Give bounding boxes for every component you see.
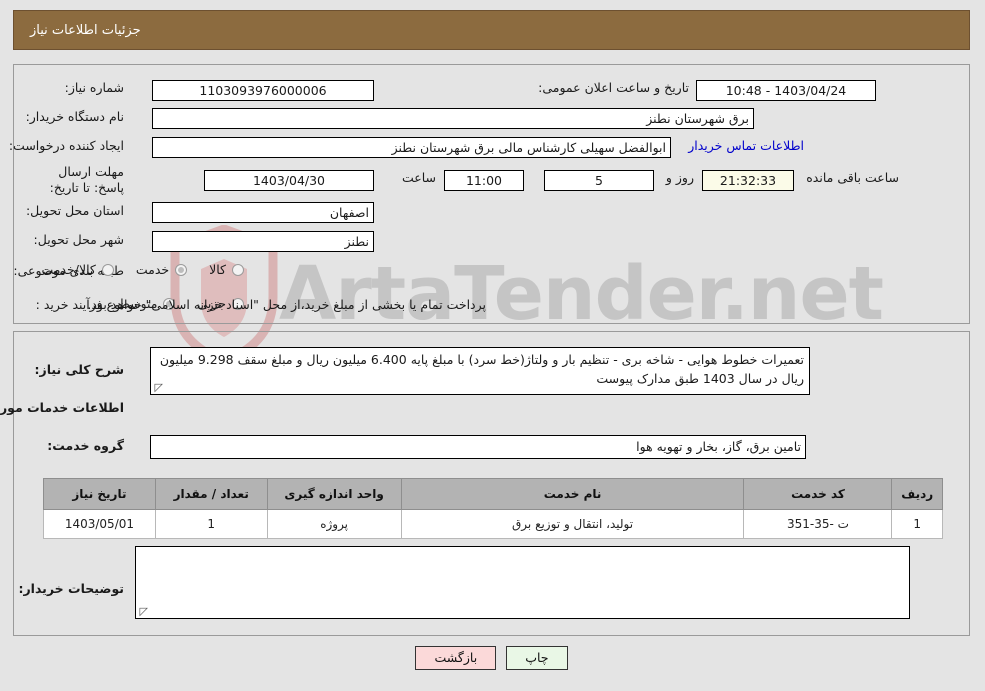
- need-number-field-row: 1103093976000006: [153, 80, 375, 101]
- cell-quantity: 1: [155, 509, 269, 539]
- description-textarea[interactable]: تعمیرات خطوط هوایی - شاخه بری - تنظیم با…: [151, 347, 811, 395]
- remaining-days-value[interactable]: 5: [545, 170, 655, 191]
- category-option-kala[interactable]: کالا: [210, 262, 245, 277]
- radio-icon[interactable]: [233, 263, 245, 276]
- days-label: روز و: [666, 170, 695, 185]
- remaining-days-field: 5: [545, 170, 655, 191]
- resize-grip-icon[interactable]: ◸: [139, 606, 149, 617]
- contact-link-row: اطلاعات تماس خریدار: [689, 138, 805, 153]
- page-title: جزئیات اطلاعات نیاز: [31, 22, 142, 38]
- hour-label: ساعت: [402, 170, 437, 185]
- deadline-date-field: 1403/04/30: [205, 170, 375, 191]
- table-header-quantity: تعداد / مقدار: [155, 478, 269, 510]
- cell-unit: پروژه: [267, 509, 403, 539]
- public-announce-field-row: 1403/04/24 - 10:48: [697, 80, 877, 101]
- city-label: شهر محل تحویل:: [34, 232, 125, 247]
- category-option-khedmat[interactable]: خدمت: [136, 262, 189, 277]
- province-label-row: استان محل تحویل:: [27, 203, 125, 218]
- buyer-contact-link[interactable]: اطلاعات تماس خریدار: [689, 138, 805, 153]
- service-group-label: گروه خدمت:: [48, 438, 125, 453]
- deadline-hour-value[interactable]: 11:00: [445, 170, 525, 191]
- public-announce-label-row: تاریخ و ساعت اعلان عمومی:: [539, 80, 690, 95]
- creator-label: ایجاد کننده درخواست:: [9, 138, 125, 153]
- category-option-kala-khedmat[interactable]: کالا/خدمت: [42, 262, 115, 277]
- table-header-service-code: کد خدمت: [744, 478, 894, 510]
- countdown-label: ساعت باقی مانده: [807, 170, 900, 185]
- buyer-org-label-row: نام دستگاه خریدار:: [27, 109, 125, 124]
- buyer-org-label: نام دستگاه خریدار:: [26, 109, 125, 124]
- cell-service-name: تولید، انتقال و توزیع برق: [401, 509, 746, 539]
- resize-grip-icon[interactable]: ◸: [154, 382, 164, 393]
- table-header-radif: ردیف: [892, 478, 944, 510]
- province-value[interactable]: اصفهان: [153, 202, 375, 223]
- deadline-date-value[interactable]: 1403/04/30: [205, 170, 375, 191]
- city-field-row: نطنز: [153, 231, 375, 252]
- deadline-label-row: مهلت ارسال پاسخ: تا تاریخ:: [45, 164, 125, 196]
- public-announce-label: تاریخ و ساعت اعلان عمومی:: [539, 80, 690, 95]
- service-group-field-row: تامین برق، گاز، بخار و تهویه هوا: [151, 435, 807, 459]
- need-info-panel: [14, 64, 971, 324]
- category-option-label: خدمت: [136, 262, 171, 277]
- cell-need-date: 1403/05/01: [44, 509, 157, 539]
- description-label: شرح کلی نیاز:: [35, 362, 125, 377]
- province-label: استان محل تحویل:: [26, 203, 125, 218]
- need-number-value[interactable]: 1103093976000006: [153, 80, 375, 101]
- print-button[interactable]: چاپ: [507, 646, 569, 670]
- countdown-label-row: ساعت باقی مانده: [807, 170, 900, 185]
- buyer-notes-label: توضیحات خریدار:: [19, 581, 125, 596]
- service-group-label-row: گروه خدمت:: [48, 438, 125, 453]
- process-note: پرداخت تمام یا بخشی از مبلغ خرید،از محل …: [88, 297, 487, 312]
- description-value: تعمیرات خطوط هوایی - شاخه بری - تنظیم با…: [160, 352, 805, 386]
- province-field-row: اصفهان: [153, 202, 375, 223]
- need-number-label: شماره نیاز:: [65, 80, 125, 95]
- category-option-label: کالا: [210, 262, 227, 277]
- deadline-hour-field: 11:00: [445, 170, 525, 191]
- cell-service-code: ت -35-351: [744, 509, 894, 539]
- table-header-service-name: نام خدمت: [401, 478, 746, 510]
- city-label-row: شهر محل تحویل:: [35, 232, 125, 247]
- action-buttons: بازگشت چاپ: [0, 646, 985, 670]
- table-header-need-date: تاریخ نیاز: [44, 478, 157, 510]
- days-label-row: روز و: [667, 170, 695, 185]
- city-value[interactable]: نطنز: [153, 231, 375, 252]
- creator-field-row: ابوالفضل سهیلی کارشناس مالی برق شهرستان …: [153, 137, 672, 158]
- table-row: 1 ت -35-351 تولید، انتقال و توزیع برق پر…: [44, 509, 944, 539]
- buyer-org-field-row: برق شهرستان نطنز: [153, 108, 755, 129]
- creator-label-row: ایجاد کننده درخواست:: [10, 138, 125, 153]
- services-heading: اطلاعات خدمات مورد نیاز: [0, 400, 125, 415]
- countdown-field: 21:32:33: [703, 170, 795, 191]
- description-label-row: شرح کلی نیاز:: [36, 362, 125, 377]
- radio-icon[interactable]: [176, 263, 189, 276]
- buyer-org-value[interactable]: برق شهرستان نطنز: [153, 108, 755, 129]
- radio-icon[interactable]: [102, 263, 115, 276]
- process-note-row: پرداخت تمام یا بخشی از مبلغ خرید،از محل …: [88, 297, 487, 312]
- cell-radif: 1: [892, 509, 944, 539]
- category-radio-group: کالا خدمت کالا/خدمت: [20, 262, 245, 277]
- need-number-label-row: شماره نیاز:: [66, 80, 125, 95]
- table-header-unit: واحد اندازه گیری: [267, 478, 403, 510]
- buyer-notes-textarea[interactable]: ◸: [136, 546, 911, 619]
- buyer-notes-label-row: توضیحات خریدار:: [19, 581, 125, 596]
- table-header-row: ردیف کد خدمت نام خدمت واحد اندازه گیری ت…: [44, 478, 944, 510]
- page-header-banner: جزئیات اطلاعات نیاز: [14, 10, 971, 50]
- category-option-label: کالا/خدمت: [42, 262, 97, 277]
- public-announce-value[interactable]: 1403/04/24 - 10:48: [697, 80, 877, 101]
- creator-value[interactable]: ابوالفضل سهیلی کارشناس مالی برق شهرستان …: [153, 137, 672, 158]
- back-button[interactable]: بازگشت: [416, 646, 498, 670]
- services-heading-row: اطلاعات خدمات مورد نیاز: [0, 400, 125, 415]
- countdown-value: 21:32:33: [703, 170, 795, 191]
- services-table: ردیف کد خدمت نام خدمت واحد اندازه گیری ت…: [44, 478, 944, 539]
- deadline-label: مهلت ارسال پاسخ: تا تاریخ:: [50, 164, 125, 195]
- deadline-hour-label-row: ساعت: [403, 170, 437, 185]
- service-group-value[interactable]: تامین برق، گاز، بخار و تهویه هوا: [151, 435, 807, 459]
